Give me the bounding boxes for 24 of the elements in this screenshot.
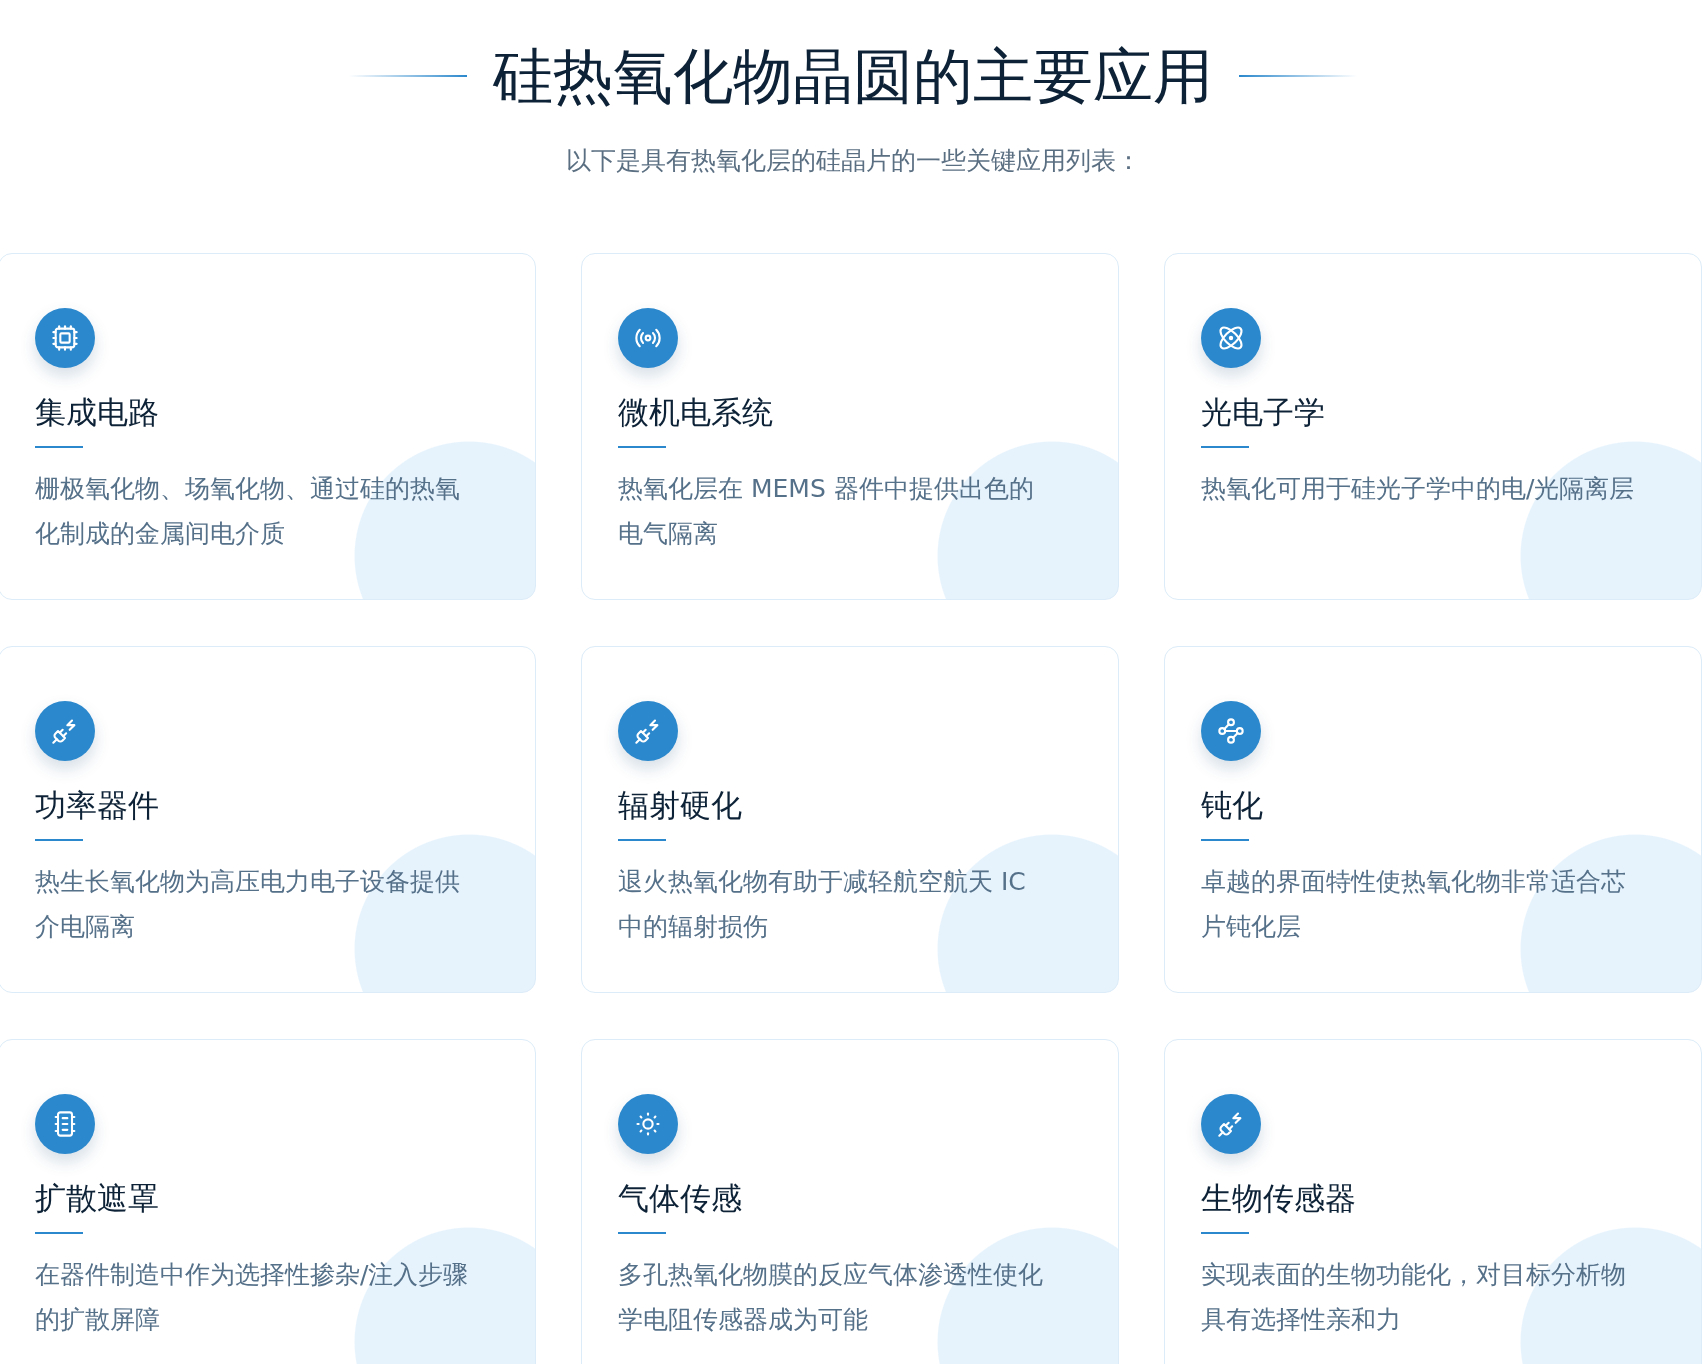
card-description: 在器件制造中作为选择性掺杂/注入步骤的扩散屏障 [35,1259,470,1336]
page-subtitle: 以下是具有热氧化层的硅晶片的一些关键应用列表： [565,145,1141,177]
card-title: 钝化 [1201,786,1264,825]
card-title: 生物传感器 [1201,1179,1357,1218]
card-description: 栅极氧化物、场氧化物、通过硅的热氧化制成的金属间电介质 [35,473,461,550]
card-description: 实现表面的生物功能化，对目标分析物具有选择性亲和力 [1201,1259,1627,1336]
page-title: 硅热氧化物晶圆的主要应用 [493,40,1213,113]
card-title: 扩散遮罩 [35,1179,160,1218]
card-title: 功率器件 [35,786,160,825]
card-title: 光电子学 [1201,393,1326,432]
chip-icon [51,324,79,352]
card-title: 集成电路 [35,393,160,432]
sun-icon [634,1110,662,1138]
card-description: 热氧化层在 MEMS 器件中提供出色的电气隔离 [618,473,1035,550]
atom-icon [1217,324,1245,352]
card-title: 微机电系统 [618,393,774,432]
card-description: 卓越的界面特性使热氧化物非常适合芯片钝化层 [1201,866,1627,943]
card-title: 辐射硬化 [618,786,743,825]
card-title: 气体传感 [618,1179,743,1218]
card-description: 热氧化可用于硅光子学中的电/光隔离层 [1201,473,1636,505]
card-description: 退火热氧化物有助于减轻航空航天 IC 中的辐射损伤 [618,866,1027,943]
card-description: 多孔热氧化物膜的反应气体渗透性使化学电阻传感器成为可能 [618,1259,1044,1336]
card-description: 热生长氧化物为高压电力电子设备提供介电隔离 [35,866,461,943]
circuit-icon [1217,717,1245,745]
